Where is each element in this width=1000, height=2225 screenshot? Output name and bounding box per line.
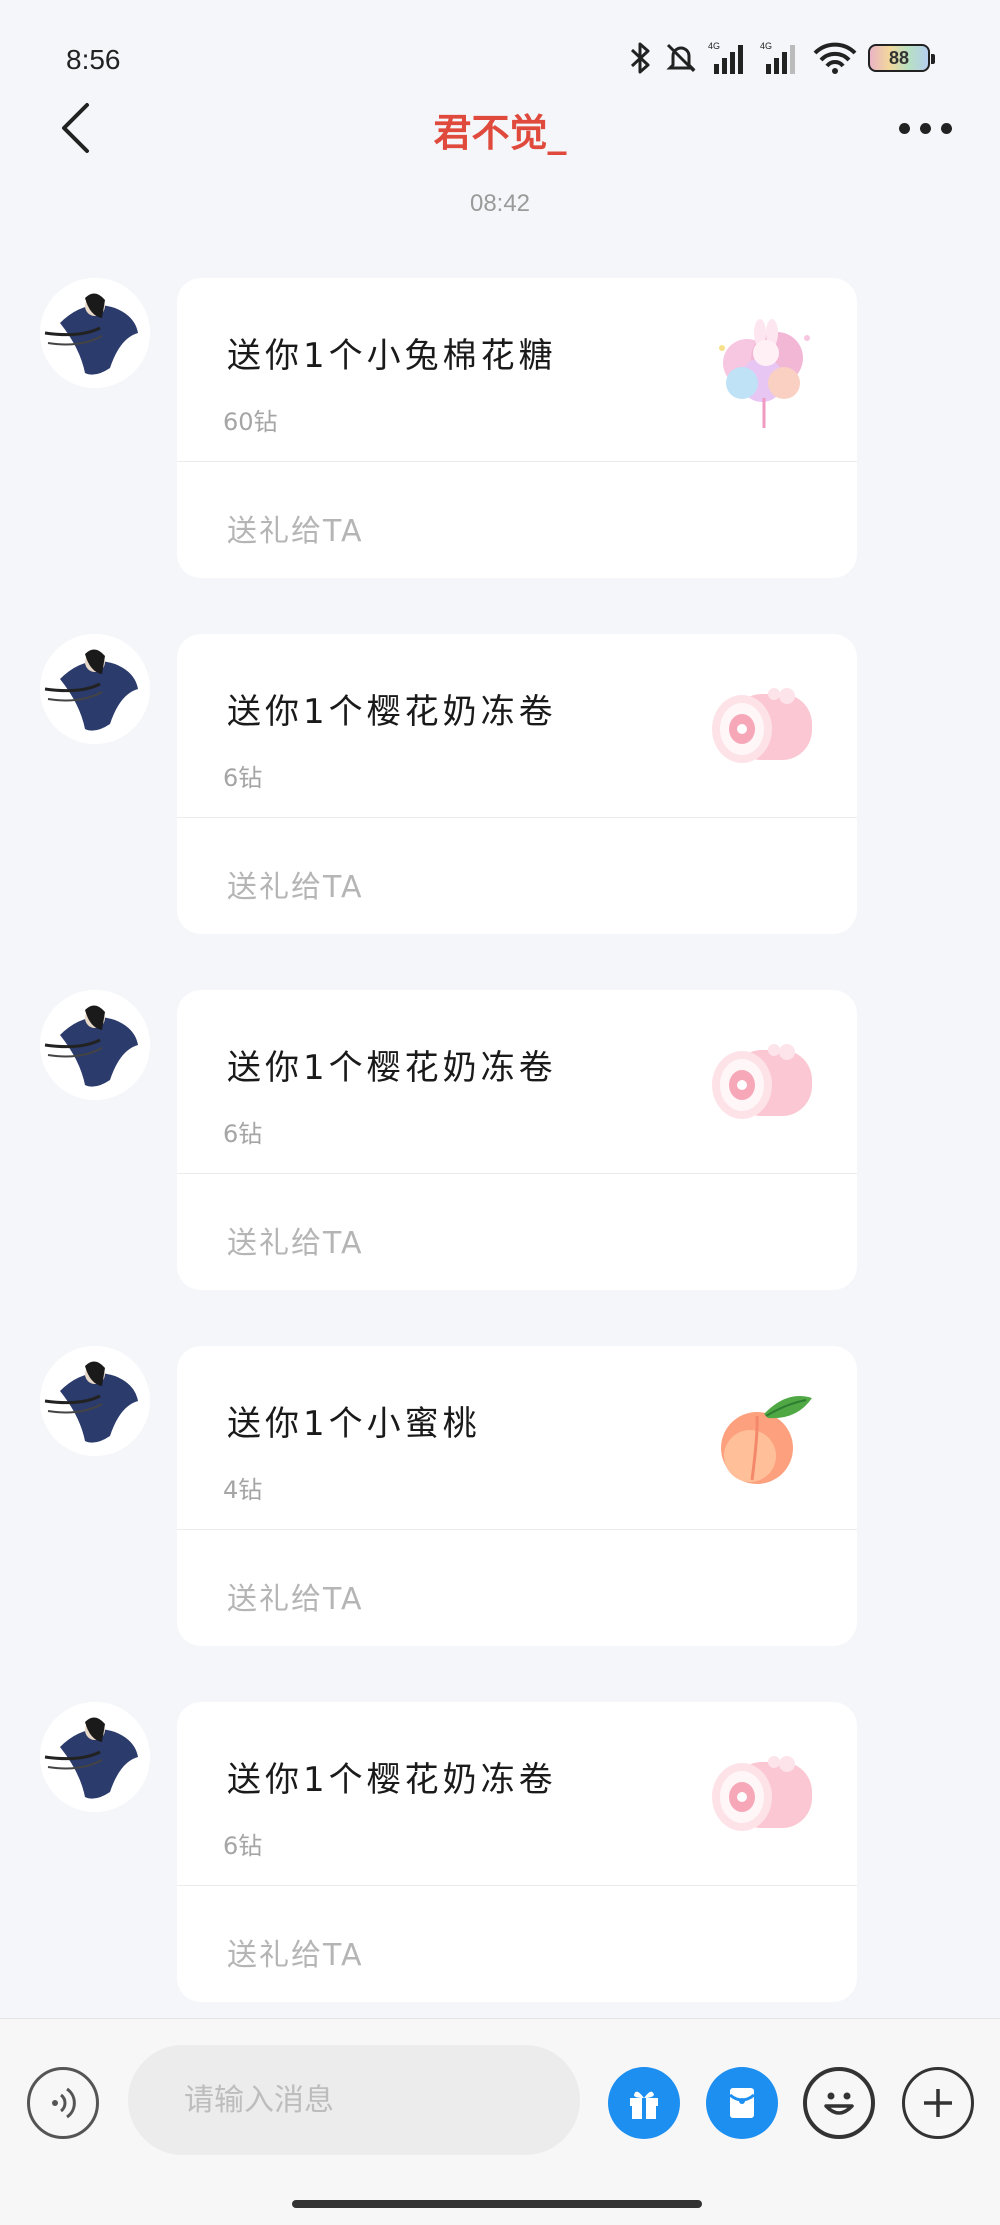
- emoji-button[interactable]: [803, 2067, 875, 2139]
- gift-message: 送你1个樱花奶冻卷 6钻 送礼给TA: [0, 634, 1000, 934]
- voice-button[interactable]: [27, 2067, 99, 2139]
- gift-title: 送你1个樱花奶冻卷: [227, 1760, 557, 1800]
- send-gift-back-link[interactable]: 送礼给TA: [227, 1574, 364, 1618]
- divider: [177, 461, 857, 462]
- gift-message: 送你1个樱花奶冻卷 6钻 送礼给TA: [0, 990, 1000, 1290]
- sakura-roll-cake-icon: [702, 1732, 827, 1857]
- avatar[interactable]: [40, 634, 150, 744]
- svg-text:4G: 4G: [708, 41, 720, 51]
- svg-text:4G: 4G: [760, 41, 772, 51]
- input-bar: [0, 2018, 1000, 2225]
- avatar[interactable]: [40, 278, 150, 388]
- signal-4g-icon: 4G: [760, 41, 795, 74]
- gift-message: 送你1个小兔棉花糖 60钻 送礼给TA: [0, 278, 1000, 578]
- avatar[interactable]: [40, 1702, 150, 1812]
- gift-message: 送你1个小蜜桃 4钻 送礼给TA: [0, 1346, 1000, 1646]
- divider: [177, 817, 857, 818]
- red-packet-button[interactable]: [706, 2067, 778, 2139]
- gift-title: 送你1个小蜜桃: [227, 1404, 481, 1444]
- gift-message: 送你1个樱花奶冻卷 6钻 送礼给TA: [0, 1702, 1000, 2002]
- gift-price: 4钻: [223, 1476, 263, 1504]
- gift-card[interactable]: 送你1个小蜜桃 4钻 送礼给TA: [177, 1346, 857, 1646]
- home-indicator[interactable]: [292, 2200, 702, 2208]
- more-dots-icon: [898, 122, 910, 134]
- battery-level: 88: [888, 47, 910, 68]
- red-packet-icon: [729, 2088, 755, 2118]
- page-title[interactable]: 君不觉_: [0, 102, 1000, 157]
- avatar[interactable]: [40, 1346, 150, 1456]
- send-gift-back-link[interactable]: 送礼给TA: [227, 862, 364, 906]
- status-time: 8:56: [66, 44, 121, 75]
- signal-4g-icon: 4G: [708, 41, 743, 74]
- gift-button[interactable]: [608, 2067, 680, 2139]
- status-icons: 4G 4G 88: [628, 38, 935, 78]
- divider: [177, 1173, 857, 1174]
- nav-bar: 君不觉_: [0, 90, 1000, 160]
- status-bar: 8:56 4G 4G 88: [0, 0, 1000, 100]
- mute-bell-icon: [666, 43, 696, 73]
- gift-title: 送你1个樱花奶冻卷: [227, 1048, 557, 1088]
- divider: [177, 1529, 857, 1530]
- gift-card[interactable]: 送你1个樱花奶冻卷 6钻 送礼给TA: [177, 1702, 857, 2002]
- gift-card[interactable]: 送你1个樱花奶冻卷 6钻 送礼给TA: [177, 990, 857, 1290]
- more-actions-button[interactable]: [902, 2067, 974, 2139]
- send-gift-back-link[interactable]: 送礼给TA: [227, 1930, 364, 1974]
- sakura-roll-cake-icon: [702, 1020, 827, 1145]
- wifi-icon: [813, 42, 857, 74]
- bluetooth-icon: [630, 42, 650, 74]
- gift-price: 60钻: [223, 408, 278, 436]
- message-input[interactable]: [128, 2045, 580, 2155]
- sakura-roll-cake-icon: [702, 664, 827, 789]
- battery-icon: 88: [868, 44, 935, 72]
- gift-price: 6钻: [223, 764, 263, 792]
- gift-title: 送你1个樱花奶冻卷: [227, 692, 557, 732]
- message-timestamp: 08:42: [469, 190, 531, 217]
- send-gift-back-link[interactable]: 送礼给TA: [227, 506, 364, 550]
- send-gift-back-link[interactable]: 送礼给TA: [227, 1218, 364, 1262]
- gift-price: 6钻: [223, 1120, 263, 1148]
- more-button[interactable]: [890, 108, 960, 148]
- avatar[interactable]: [40, 990, 150, 1100]
- voice-icon: [52, 2087, 76, 2119]
- peach-icon: [702, 1376, 827, 1501]
- plus-icon: [924, 2089, 952, 2117]
- gift-card[interactable]: 送你1个樱花奶冻卷 6钻 送礼给TA: [177, 634, 857, 934]
- gift-icon: [630, 2091, 658, 2119]
- divider: [177, 1885, 857, 1886]
- cotton-candy-bunny-icon: [702, 308, 827, 433]
- gift-card[interactable]: 送你1个小兔棉花糖 60钻 送礼给TA: [177, 278, 857, 578]
- gift-price: 6钻: [223, 1832, 263, 1860]
- emoji-icon: [824, 2092, 854, 2115]
- gift-title: 送你1个小兔棉花糖: [227, 336, 557, 376]
